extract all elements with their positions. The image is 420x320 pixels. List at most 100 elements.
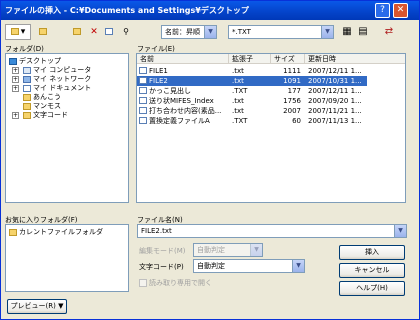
title-bar: ファイルの挿入 - C:¥Documents and Settings¥デスクト…	[1, 1, 419, 20]
favorite-item[interactable]: カレントファイルフォルダ	[9, 228, 125, 237]
view-folder-button[interactable]: ▾	[5, 24, 31, 40]
insert-file-dialog: ファイルの挿入 - C:¥Documents and Settings¥デスクト…	[0, 0, 420, 320]
preview-button[interactable]: プレビュー(R) ▼	[7, 299, 67, 314]
window-title: ファイルの挿入 - C:¥Documents and Settings¥デスクト…	[5, 6, 249, 15]
tree-item-my-documents[interactable]: + マイ ドキュメント	[9, 84, 128, 93]
file-date: 2007/10/31 1...	[308, 77, 362, 85]
file-row[interactable]: FILE1 .txt 1111 2007/12/11 1...	[137, 66, 367, 76]
file-size: 60	[292, 117, 301, 125]
tree-item-my-computer[interactable]: + マイ コンピュータ	[9, 66, 128, 75]
folder-tree[interactable]: デスクトップ + マイ コンピュータ + マイ ネットワーク + マイ ドキュメント …	[5, 53, 129, 203]
file-size: 1111	[283, 67, 301, 75]
help-title-button[interactable]: ?	[375, 3, 390, 18]
expand-icon[interactable]: +	[12, 67, 19, 74]
folder-up-button[interactable]	[37, 24, 51, 40]
list-view-icon: ▤	[358, 26, 368, 37]
column-date[interactable]: 更新日時	[305, 54, 405, 64]
file-ext: .txt	[232, 107, 244, 115]
documents-icon	[23, 84, 31, 92]
list-view-button[interactable]: ▤	[356, 24, 370, 40]
file-name: FILE1	[149, 67, 168, 75]
sort-value: 名前：昇順	[165, 28, 200, 36]
open-mode-dropdown[interactable]: 自動判定 ▼	[193, 243, 263, 257]
chevron-down-icon: ▼	[204, 26, 216, 38]
text-file-icon	[139, 107, 147, 114]
properties-button[interactable]	[103, 24, 117, 40]
column-size[interactable]: サイズ	[271, 54, 305, 64]
chevron-down-icon: ▼	[321, 26, 333, 38]
file-size: 2007	[283, 107, 301, 115]
tree-item-desktop[interactable]: デスクトップ	[9, 57, 128, 66]
open-mode-label: 編集モード(M)	[139, 247, 186, 255]
readonly-label: 読み取り専用で開く	[149, 279, 212, 287]
char-code-label: 文字コード(P)	[139, 263, 184, 271]
filter-dropdown[interactable]: *.TXT ▼	[228, 25, 334, 39]
char-code-value: 自動判定	[197, 262, 225, 270]
expand-icon[interactable]: +	[12, 85, 19, 92]
chevron-down-icon: ▼	[250, 244, 262, 256]
search-icon: ⚲	[123, 27, 129, 36]
file-size: 177	[287, 87, 301, 95]
tree-item-mammoth[interactable]: マンモス	[9, 102, 128, 111]
swap-panels-button[interactable]: ⇄	[381, 24, 397, 40]
expand-icon[interactable]: +	[12, 112, 19, 119]
folder-icon	[9, 228, 17, 236]
file-date: 2007/12/11 1...	[308, 67, 362, 75]
file-date: 2007/11/21 1...	[308, 107, 362, 115]
details-view-button[interactable]: ▦	[340, 24, 354, 40]
tree-item-char-code[interactable]: + 文字コード	[9, 111, 128, 120]
file-ext: .TXT	[232, 117, 248, 125]
file-name-value: FILE2.txt	[141, 227, 172, 235]
file-name: FILE2	[149, 77, 168, 85]
file-row[interactable]: 送り状MIFES_Index .txt 1756 2007/09/20 1...	[137, 96, 367, 106]
readonly-option[interactable]: 読み取り専用で開く	[139, 278, 212, 288]
folder-up-icon	[39, 28, 47, 35]
filter-value: *.TXT	[232, 28, 251, 36]
file-name-input[interactable]: FILE2.txt ▼	[137, 224, 407, 238]
text-file-icon	[139, 97, 147, 104]
text-file-icon	[139, 77, 147, 84]
file-name: かっこ見出し	[149, 87, 191, 95]
char-code-dropdown[interactable]: 自動判定 ▼	[193, 259, 305, 273]
column-ext[interactable]: 拡張子	[229, 54, 271, 64]
close-button[interactable]: ✕	[393, 3, 408, 18]
chevron-down-icon: ▼	[394, 225, 406, 237]
file-ext: .txt	[232, 77, 244, 85]
desktop-icon	[9, 57, 17, 65]
swap-icon: ⇄	[384, 26, 394, 37]
file-name: 打ち合わせ内容(素品...	[149, 107, 222, 115]
help-button[interactable]: ヘルプ(H)	[339, 281, 405, 296]
folder-icon	[23, 111, 31, 119]
tree-item-my-network[interactable]: + マイ ネットワーク	[9, 75, 128, 84]
file-date: 2007/09/20 1...	[308, 97, 362, 105]
favorites-list[interactable]: カレントファイルフォルダ	[5, 224, 129, 292]
file-name: 送り状MIFES_Index	[149, 97, 214, 105]
file-row[interactable]: かっこ見出し .TXT 177 2007/12/11 1...	[137, 86, 367, 96]
file-date: 2007/12/11 1...	[308, 87, 362, 95]
delete-button[interactable]: ✕	[87, 24, 101, 40]
file-size: 1756	[283, 97, 301, 105]
text-file-icon	[139, 87, 147, 94]
details-view-icon: ▦	[342, 26, 352, 37]
column-name[interactable]: 名前	[137, 54, 229, 64]
search-button[interactable]: ⚲	[119, 24, 133, 40]
file-row[interactable]: FILE2 .txt 1091 2007/10/31 1...	[137, 76, 367, 86]
new-folder-icon	[73, 28, 81, 35]
sort-dropdown[interactable]: 名前：昇順 ▼	[161, 25, 217, 39]
file-row[interactable]: 打ち合わせ内容(素品... .txt 2007 2007/11/21 1...	[137, 106, 367, 116]
tree-item-ankou[interactable]: あんこう	[9, 93, 128, 102]
new-folder-button[interactable]	[71, 24, 85, 40]
readonly-checkbox[interactable]	[139, 279, 147, 287]
expand-icon[interactable]: +	[12, 76, 19, 83]
file-list[interactable]: 名前 拡張子 サイズ 更新日時 FILE1 .txt 1111 2007/12/11 …	[136, 53, 406, 203]
file-ext: .TXT	[232, 87, 248, 95]
insert-button[interactable]: 挿入	[339, 245, 405, 260]
open-mode-value: 自動判定	[197, 246, 225, 254]
file-ext: .txt	[232, 67, 244, 75]
text-file-icon	[139, 117, 147, 124]
folder-icon	[23, 93, 31, 101]
file-ext: .txt	[232, 97, 244, 105]
properties-icon	[105, 28, 113, 35]
file-row[interactable]: 置換定義ファイルA .TXT 60 2007/11/13 1...	[137, 116, 367, 126]
cancel-button[interactable]: キャンセル	[339, 263, 405, 278]
